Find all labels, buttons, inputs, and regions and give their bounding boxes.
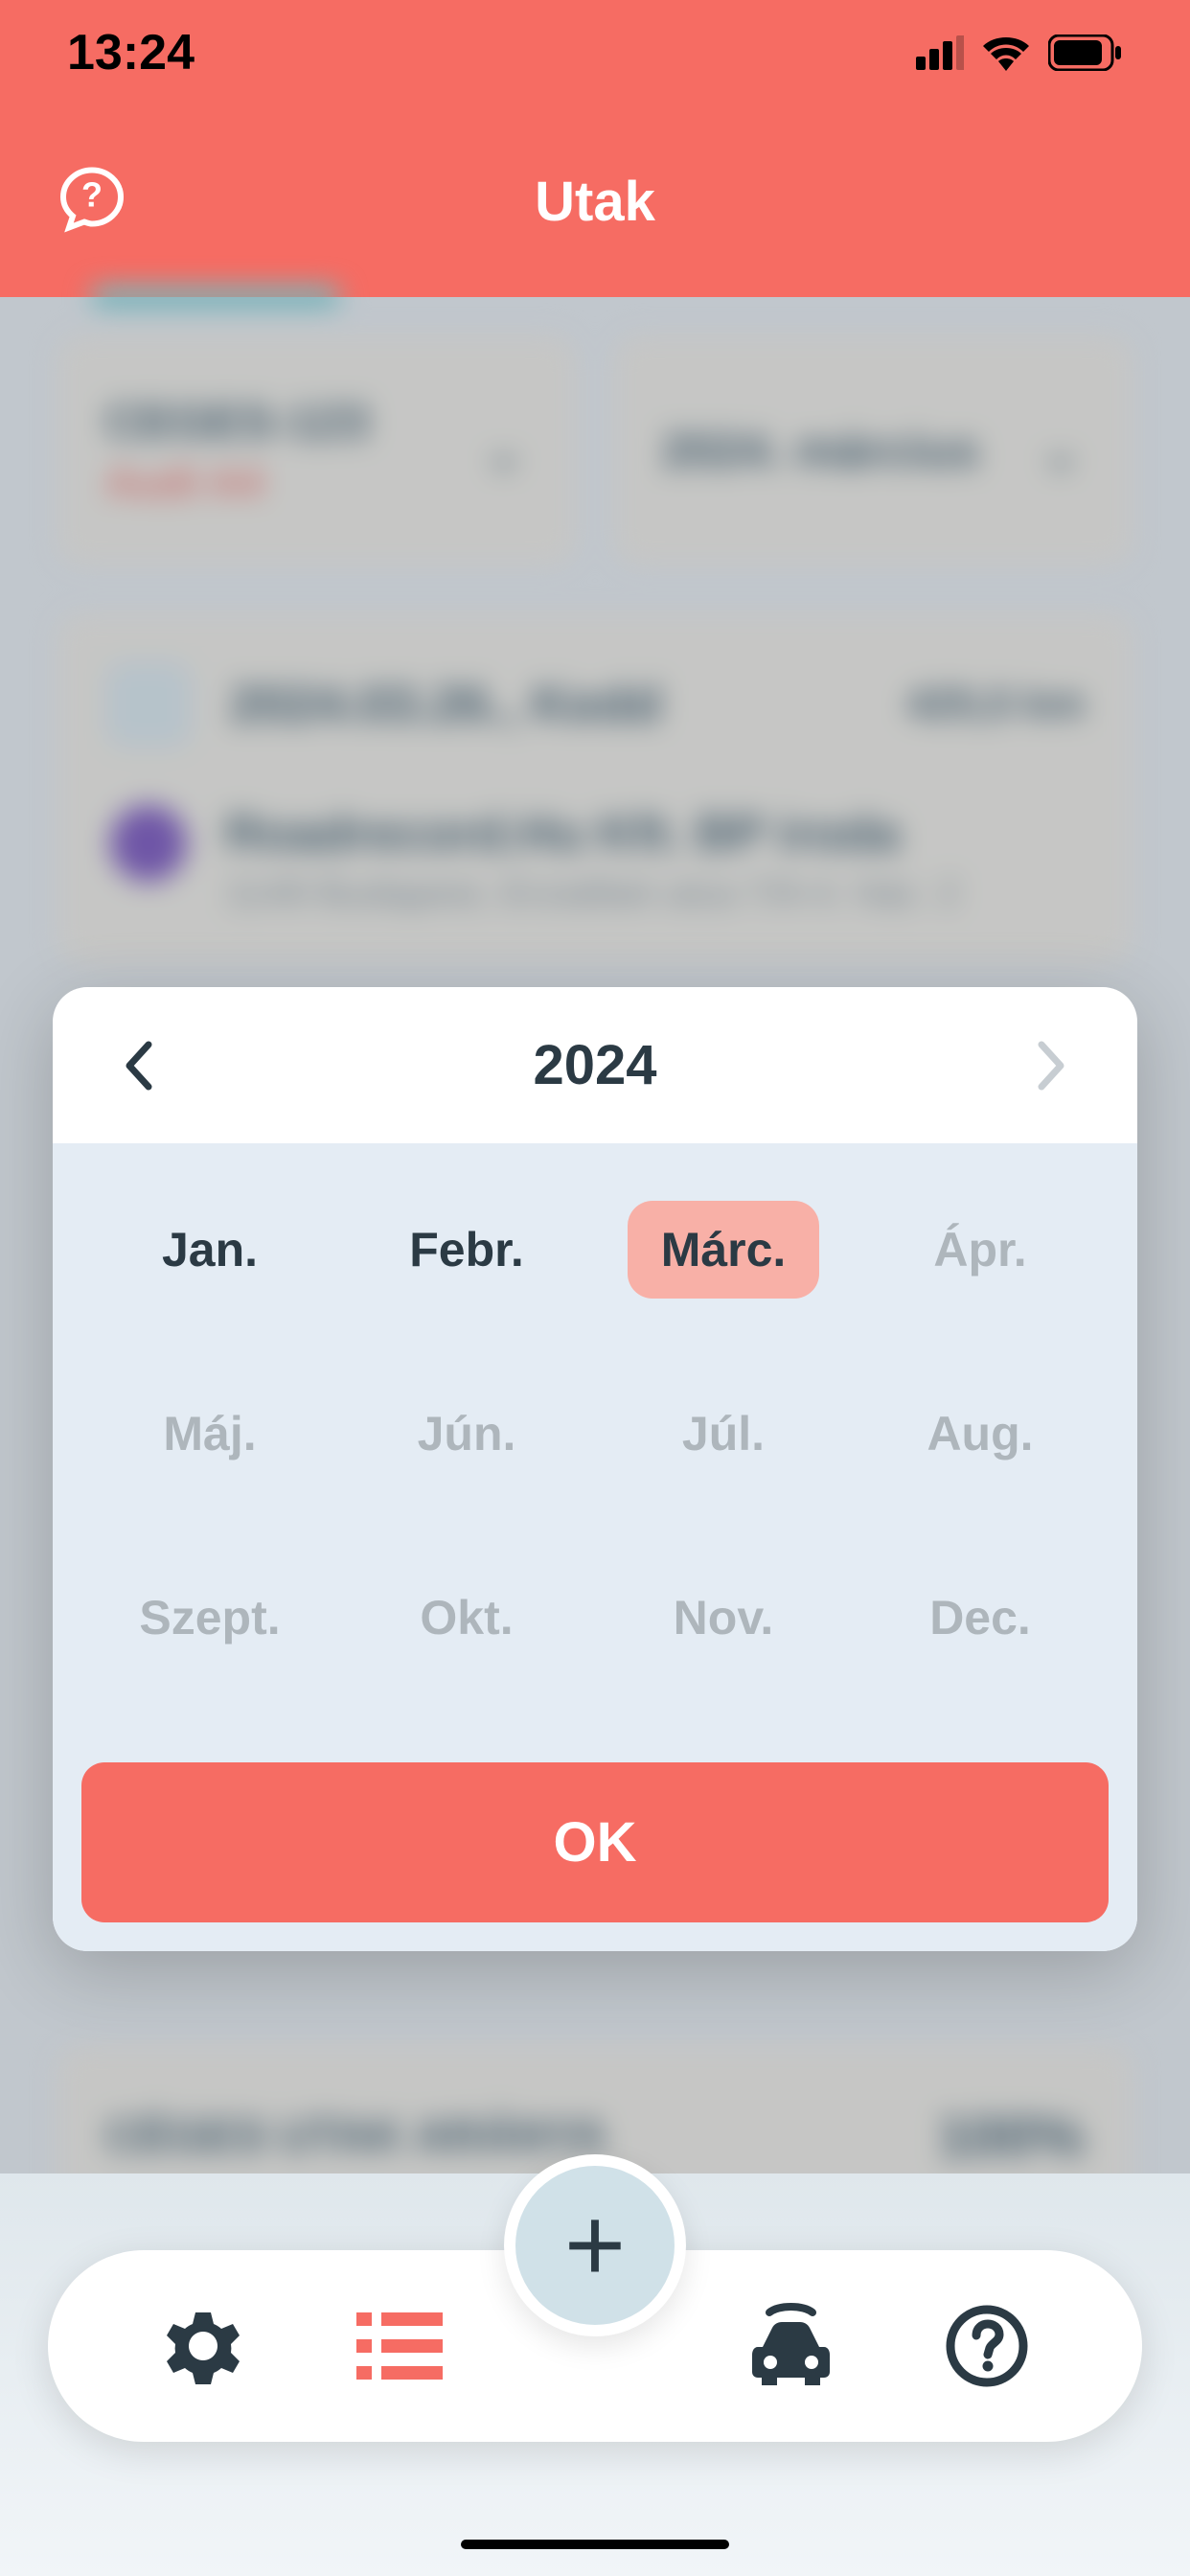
nav-bar: ? Utak bbox=[0, 105, 1190, 297]
month-option: Júl. bbox=[628, 1385, 819, 1483]
month-option: Jún. bbox=[371, 1385, 562, 1483]
modal-footer: OK bbox=[53, 1734, 1137, 1951]
ok-button[interactable]: OK bbox=[81, 1762, 1109, 1922]
month-option: Aug. bbox=[884, 1385, 1076, 1483]
list-button[interactable] bbox=[342, 2288, 457, 2404]
app-header: 13:24 ? Utak bbox=[0, 0, 1190, 297]
bottom-area: + bbox=[0, 2174, 1190, 2576]
status-bar: 13:24 bbox=[0, 0, 1190, 105]
home-indicator[interactable] bbox=[461, 2540, 729, 2549]
settings-button[interactable] bbox=[146, 2288, 261, 2404]
car-button[interactable] bbox=[733, 2288, 848, 2404]
month-option[interactable]: Febr. bbox=[371, 1201, 562, 1299]
prev-year-button[interactable] bbox=[110, 1037, 168, 1094]
month-picker-modal: 2024 Jan. Febr. Márc. Ápr. Máj. Jún. Júl. Aug. S… bbox=[53, 987, 1137, 1951]
month-option: Máj. bbox=[114, 1385, 306, 1483]
status-time: 13:24 bbox=[67, 24, 195, 81]
month-option: Okt. bbox=[371, 1569, 562, 1667]
wifi-icon bbox=[981, 34, 1031, 71]
month-option[interactable]: Márc. bbox=[628, 1201, 819, 1299]
battery-icon bbox=[1048, 34, 1123, 71]
year-label: 2024 bbox=[533, 1033, 656, 1097]
month-option: Dec. bbox=[884, 1569, 1076, 1667]
status-indicators bbox=[916, 34, 1123, 71]
month-option: Szept. bbox=[114, 1569, 306, 1667]
page-title: Utak bbox=[535, 170, 655, 234]
svg-text:?: ? bbox=[81, 175, 103, 215]
cellular-icon bbox=[916, 35, 964, 70]
add-button[interactable]: + bbox=[504, 2154, 686, 2336]
month-option: Nov. bbox=[628, 1569, 819, 1667]
months-grid: Jan. Febr. Márc. Ápr. Máj. Jún. Júl. Aug. Szept.… bbox=[53, 1143, 1137, 1734]
modal-header: 2024 bbox=[53, 987, 1137, 1143]
month-option[interactable]: Jan. bbox=[114, 1201, 306, 1299]
next-year-button[interactable] bbox=[1022, 1037, 1080, 1094]
help-chat-button[interactable]: ? bbox=[57, 165, 126, 239]
month-option: Ápr. bbox=[884, 1201, 1076, 1299]
plus-icon: + bbox=[564, 2193, 626, 2298]
help-button[interactable] bbox=[929, 2288, 1044, 2404]
